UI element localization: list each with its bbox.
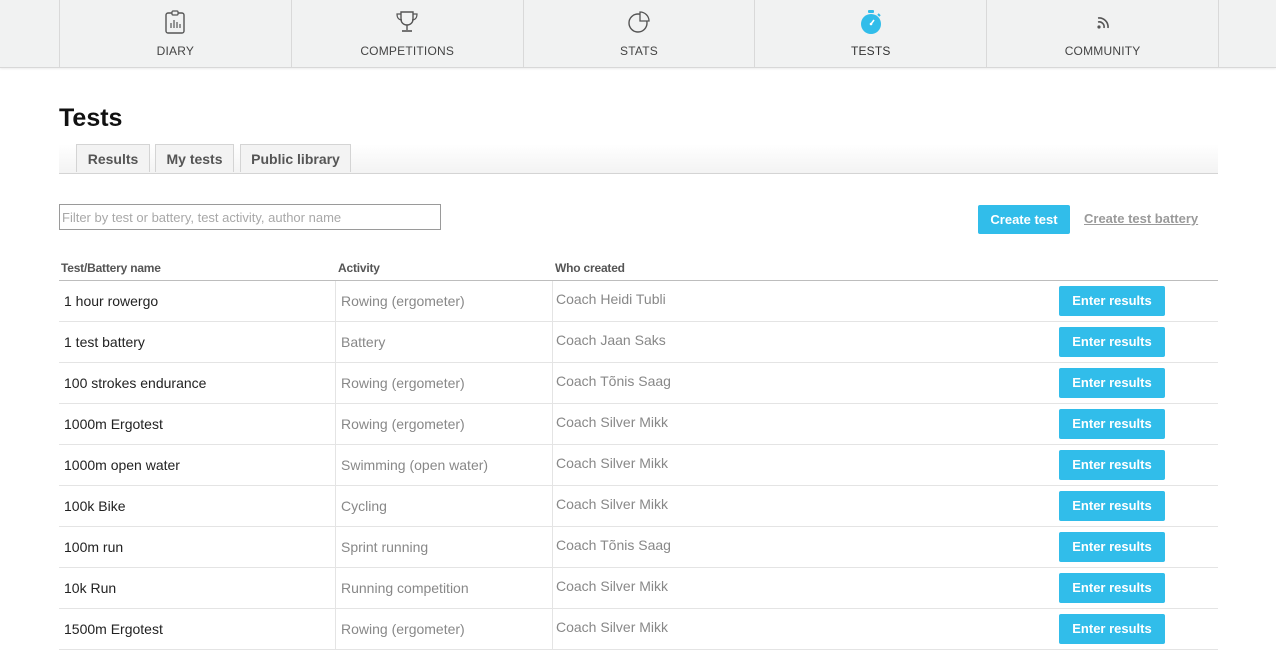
page-title: Tests bbox=[59, 104, 123, 132]
nav-item-diary[interactable]: DIARY bbox=[60, 0, 292, 67]
activity-text: Running competition bbox=[341, 580, 469, 596]
enter-results-button[interactable]: Enter results bbox=[1059, 368, 1165, 398]
diary-icon bbox=[165, 10, 186, 34]
enter-results-button[interactable]: Enter results bbox=[1059, 327, 1165, 357]
enter-results-button[interactable]: Enter results bbox=[1059, 286, 1165, 316]
enter-results-button[interactable]: Enter results bbox=[1059, 491, 1165, 521]
pie-chart-icon bbox=[628, 11, 650, 33]
activity-text: Battery bbox=[341, 334, 386, 350]
table-row: 100k Bike Cycling Coach Silver Mikk Ente… bbox=[59, 486, 1218, 527]
nav-label-diary: DIARY bbox=[156, 44, 195, 58]
test-name[interactable]: 1 test battery bbox=[64, 334, 145, 350]
author-name: Coach Silver Mikk bbox=[556, 455, 669, 471]
column-header-activity[interactable]: Activity bbox=[338, 261, 380, 275]
author-name: Coach Silver Mikk bbox=[556, 496, 669, 512]
activity-text: Rowing (ergometer) bbox=[341, 375, 465, 391]
nav-label-competitions: COMPETITIONS bbox=[360, 44, 455, 58]
table-row: 100 strokes endurance Rowing (ergometer)… bbox=[59, 363, 1218, 404]
enter-results-button[interactable]: Enter results bbox=[1059, 450, 1165, 480]
author-name: Coach Tõnis Saag bbox=[556, 373, 671, 389]
test-name[interactable]: 1000m Ergotest bbox=[64, 416, 163, 432]
nav-label-community: COMMUNITY bbox=[1064, 44, 1141, 58]
rss-icon bbox=[1096, 17, 1109, 29]
table-row: 1000m open water Swimming (open water) C… bbox=[59, 445, 1218, 486]
test-name[interactable]: 100 strokes endurance bbox=[64, 375, 206, 391]
table-row: 1 hour rowergo Rowing (ergometer) Coach … bbox=[59, 281, 1218, 322]
column-header-author[interactable]: Who created bbox=[555, 261, 625, 275]
activity-text: Rowing (ergometer) bbox=[341, 293, 465, 309]
author-name: Coach Jaan Saks bbox=[556, 332, 666, 348]
test-name[interactable]: 100m run bbox=[64, 539, 123, 555]
table-row: 10k Run Running competition Coach Silver… bbox=[59, 568, 1218, 609]
table-row: 100m run Sprint running Coach Tõnis Saag… bbox=[59, 527, 1218, 568]
test-name[interactable]: 10k Run bbox=[64, 580, 116, 596]
stopwatch-icon bbox=[860, 10, 881, 34]
activity-cell: Rowing (ergometer) bbox=[335, 404, 553, 444]
activity-text: Rowing (ergometer) bbox=[341, 621, 465, 637]
activity-cell: Cycling bbox=[335, 486, 553, 526]
table-header: Test/Battery name Activity Who created bbox=[59, 258, 1218, 281]
test-name[interactable]: 1500m Ergotest bbox=[64, 621, 163, 637]
enter-results-button[interactable]: Enter results bbox=[1059, 573, 1165, 603]
nav-items: DIARY COMPETITIONS STATS TESTS COMMUNITY bbox=[59, 0, 1219, 67]
nav-label-tests: TESTS bbox=[850, 44, 891, 58]
activity-cell: Running competition bbox=[335, 568, 553, 608]
activity-text: Rowing (ergometer) bbox=[341, 416, 465, 432]
tabs-bar: Results My tests Public library bbox=[59, 144, 1218, 174]
activity-cell: Rowing (ergometer) bbox=[335, 363, 553, 403]
nav-item-community[interactable]: COMMUNITY bbox=[987, 0, 1219, 67]
test-name[interactable]: 1000m open water bbox=[64, 457, 180, 473]
activity-text: Swimming (open water) bbox=[341, 457, 489, 473]
author-name: Coach Silver Mikk bbox=[556, 619, 669, 635]
activity-cell: Sprint running bbox=[335, 527, 553, 567]
author-name: Coach Heidi Tubli bbox=[556, 291, 666, 307]
activity-cell: Battery bbox=[335, 322, 553, 362]
activity-cell: Rowing (ergometer) bbox=[335, 609, 553, 649]
activity-cell: Rowing (ergometer) bbox=[335, 281, 553, 321]
trophy-icon bbox=[396, 11, 418, 32]
nav-item-competitions[interactable]: COMPETITIONS bbox=[292, 0, 524, 67]
table-row: 1500m Ergotest Rowing (ergometer) Coach … bbox=[59, 609, 1218, 650]
enter-results-button[interactable]: Enter results bbox=[1059, 409, 1165, 439]
test-name[interactable]: 100k Bike bbox=[64, 498, 125, 514]
create-test-battery-link[interactable]: Create test battery bbox=[1084, 211, 1198, 226]
author-name: Coach Silver Mikk bbox=[556, 414, 669, 430]
tab-results[interactable]: Results bbox=[76, 144, 150, 172]
column-header-name[interactable]: Test/Battery name bbox=[61, 261, 161, 275]
test-name[interactable]: 1 hour rowergo bbox=[64, 293, 158, 309]
enter-results-button[interactable]: Enter results bbox=[1059, 532, 1165, 562]
enter-results-button[interactable]: Enter results bbox=[1059, 614, 1165, 644]
author-name: Coach Tõnis Saag bbox=[556, 537, 671, 553]
nav-item-tests[interactable]: TESTS bbox=[755, 0, 988, 67]
table-row: 1000m Ergotest Rowing (ergometer) Coach … bbox=[59, 404, 1218, 445]
nav-label-stats: STATS bbox=[620, 44, 658, 58]
tab-public-library[interactable]: Public library bbox=[240, 144, 351, 172]
author-name: Coach Silver Mikk bbox=[556, 578, 669, 594]
nav-item-stats[interactable]: STATS bbox=[524, 0, 756, 67]
tab-my-tests[interactable]: My tests bbox=[155, 144, 234, 172]
activity-text: Cycling bbox=[341, 498, 387, 514]
activity-cell: Swimming (open water) bbox=[335, 445, 553, 485]
filter-input[interactable] bbox=[59, 204, 441, 230]
table-row: 1 test battery Battery Coach Jaan Saks E… bbox=[59, 322, 1218, 363]
top-navigation: DIARY COMPETITIONS STATS TESTS COMMUNITY bbox=[0, 0, 1276, 68]
create-test-button[interactable]: Create test bbox=[978, 205, 1070, 234]
tests-table: 1 hour rowergo Rowing (ergometer) Coach … bbox=[59, 281, 1218, 650]
activity-text: Sprint running bbox=[341, 539, 429, 555]
